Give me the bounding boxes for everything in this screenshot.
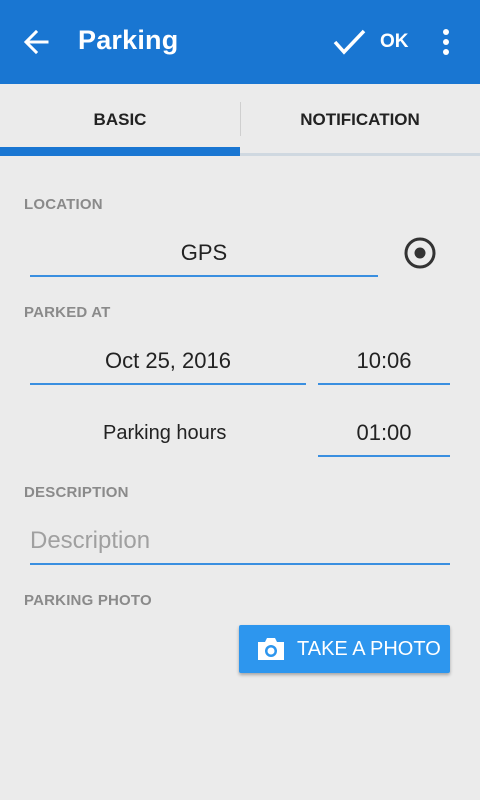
camera-icon xyxy=(253,634,289,664)
parked-time-field[interactable]: 10:06 xyxy=(318,338,450,385)
tab-notification[interactable]: NOTIFICATION xyxy=(240,84,480,156)
take-photo-button[interactable]: TAKE A PHOTO xyxy=(239,625,450,673)
gps-button[interactable] xyxy=(403,236,437,270)
take-photo-label: TAKE A PHOTO xyxy=(297,637,441,660)
more-options-button[interactable] xyxy=(432,24,460,60)
tab-selected-indicator xyxy=(0,147,240,156)
description-placeholder: Description xyxy=(30,526,151,554)
arrow-back-icon xyxy=(23,29,49,55)
parked-at-label: PARKED AT xyxy=(24,304,111,321)
confirm-button[interactable] xyxy=(330,24,368,60)
location-field[interactable]: GPS xyxy=(30,230,378,277)
parking-hours-field[interactable]: 01:00 xyxy=(318,410,450,457)
location-label: LOCATION xyxy=(24,196,103,213)
page-title: Parking xyxy=(78,25,179,55)
parking-hours-label: Parking hours xyxy=(103,422,227,444)
parking-photo-label: PARKING PHOTO xyxy=(24,592,152,609)
gps-target-icon xyxy=(404,237,436,269)
tab-underline xyxy=(240,153,480,156)
app-bar: Parking OK xyxy=(0,0,480,84)
more-vert-icon xyxy=(443,29,449,55)
checkmark-icon xyxy=(333,29,366,55)
tab-basic[interactable]: BASIC xyxy=(0,84,240,156)
description-label: DESCRIPTION xyxy=(24,484,129,501)
description-field[interactable]: Description xyxy=(30,518,450,565)
ok-button[interactable]: OK xyxy=(380,31,409,53)
back-button[interactable] xyxy=(18,24,54,60)
parked-date-field[interactable]: Oct 25, 2016 xyxy=(30,338,306,385)
tab-bar: BASIC NOTIFICATION xyxy=(0,84,480,156)
